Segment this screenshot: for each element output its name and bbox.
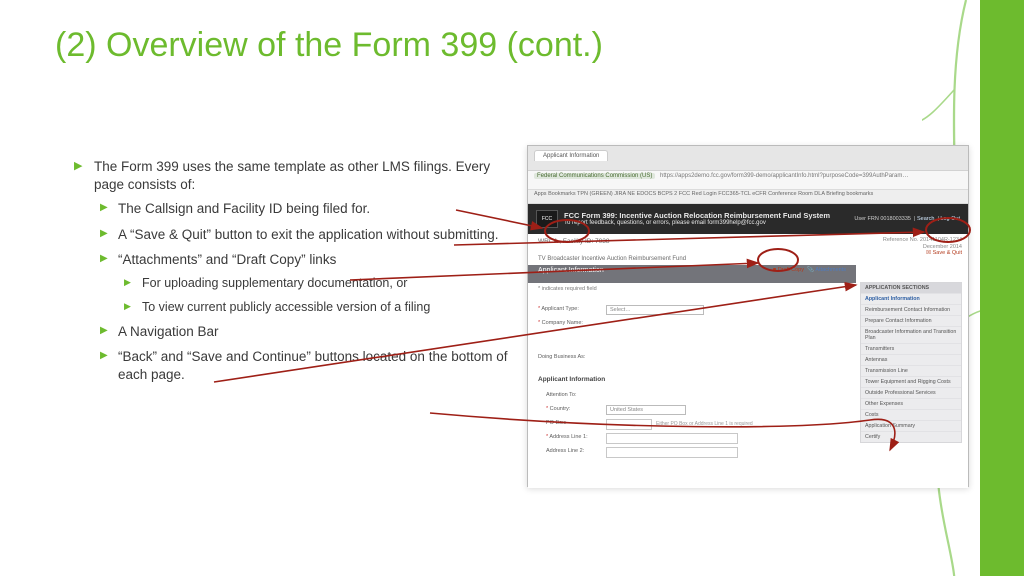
bullet-text: The Form 399 uses the same template as o… bbox=[94, 159, 490, 192]
fcc-logo: FCC bbox=[536, 210, 558, 228]
app-header: FCC FCC Form 399: Incentive Auction Relo… bbox=[528, 204, 968, 234]
nav-item[interactable]: Costs bbox=[861, 409, 961, 420]
browser-url-bar: Federal Communications Commission (US) h… bbox=[528, 171, 968, 190]
attachments-link[interactable]: 📎 Attachments bbox=[807, 267, 846, 273]
nav-item[interactable]: Application Summary bbox=[861, 420, 961, 431]
save-quit-button[interactable]: Save & Quit bbox=[933, 250, 962, 256]
callsign-facility-id: WRCA , Facility ID: 7038 bbox=[538, 238, 610, 245]
reference-number: Reference No. 20141104R-1234 bbox=[883, 237, 962, 244]
required-field-hint: * indicates required field bbox=[538, 286, 597, 292]
bullet-body: The Form 399 uses the same template as o… bbox=[70, 158, 520, 393]
attachments-label: Attachments bbox=[815, 267, 846, 273]
address2-label: Address Line 2: bbox=[546, 448, 584, 454]
nav-item[interactable]: Applicant Information bbox=[861, 293, 961, 304]
address2-input[interactable] bbox=[606, 447, 738, 458]
logout-link[interactable]: Log Out bbox=[940, 216, 960, 222]
bullet-intro: The Form 399 uses the same template as o… bbox=[70, 158, 520, 385]
dba-label: Doing Business As: bbox=[538, 354, 585, 360]
draft-copy-link[interactable]: ■ Draft Copy bbox=[773, 267, 804, 273]
top-right-meta: Reference No. 20141104R-1234 December 20… bbox=[883, 237, 962, 257]
address1-input[interactable] bbox=[606, 433, 738, 444]
form-page-subtitle: TV Broadcaster Incentive Auction Reimbur… bbox=[538, 256, 686, 262]
nav-item[interactable]: Antennas bbox=[861, 354, 961, 365]
accent-bar bbox=[980, 0, 1024, 576]
search-link[interactable]: Search bbox=[917, 216, 934, 222]
bullet-callsign: The Callsign and Facility ID being filed… bbox=[94, 200, 520, 218]
bullet-back-save: “Back” and “Save and Continue” buttons l… bbox=[94, 348, 520, 384]
bullet-nav-bar: A Navigation Bar bbox=[94, 323, 520, 341]
bullet-attachments-draft: “Attachments” and “Draft Copy” links For… bbox=[94, 251, 520, 316]
nav-item[interactable]: Transmitters bbox=[861, 343, 961, 354]
nav-item[interactable]: Broadcaster Information and Transition P… bbox=[861, 326, 961, 343]
nav-item[interactable]: Reimbursement Contact Information bbox=[861, 304, 961, 315]
site-identity-badge: Federal Communications Commission (US) bbox=[534, 173, 655, 179]
page-title: (2) Overview of the Form 399 (cont.) bbox=[55, 26, 603, 65]
nav-item[interactable]: Transmission Line bbox=[861, 365, 961, 376]
browser-chrome: Applicant Information bbox=[528, 146, 968, 171]
nav-item[interactable]: Other Expenses bbox=[861, 398, 961, 409]
address1-label: * Address Line 1: bbox=[546, 434, 588, 440]
draft-copy-label: Draft Copy bbox=[778, 267, 804, 273]
url-text: https://apps2demo.fcc.gov/form399-demo/a… bbox=[660, 173, 908, 179]
user-frn: User FRN 0018003335 bbox=[854, 216, 911, 222]
nav-item[interactable]: Outside Professional Services bbox=[861, 387, 961, 398]
bullet-text: “Attachments” and “Draft Copy” links bbox=[118, 252, 336, 267]
nav-item[interactable]: Prepare Contact Information bbox=[861, 315, 961, 326]
country-select[interactable]: United States bbox=[606, 405, 686, 415]
country-label: * Country: bbox=[546, 406, 570, 412]
section-heading-2: Applicant Information bbox=[538, 376, 605, 383]
browser-tab: Applicant Information bbox=[534, 150, 608, 161]
attention-to-label: Attention To: bbox=[546, 392, 576, 398]
nav-item[interactable]: Tower Equipment and Rigging Costs bbox=[861, 376, 961, 387]
applicant-type-select[interactable]: Select… bbox=[606, 305, 704, 315]
company-name-label: * Company Name: bbox=[538, 320, 583, 326]
app-title: FCC Form 399: Incentive Auction Relocati… bbox=[564, 211, 830, 220]
pobox-hint: Either PO Box or Address Line 1 is requi… bbox=[656, 421, 753, 427]
form-stage: WRCA , Facility ID: 7038 TV Broadcaster … bbox=[528, 234, 968, 488]
bookmarks-bar: Apps Bookmarks TPN (GREEN) JIRA NE EDOCS… bbox=[528, 190, 968, 204]
app-subtitle: To report feedback, questions, or errors… bbox=[564, 220, 830, 228]
pobox-input[interactable] bbox=[606, 419, 652, 430]
nav-header: APPLICATION SECTIONS bbox=[861, 283, 961, 293]
applicant-type-label: * Applicant Type: bbox=[538, 306, 579, 312]
bullet-upload-docs: For uploading supplementary documentatio… bbox=[118, 275, 520, 292]
bullet-view-filing: To view current publicly accessible vers… bbox=[118, 299, 520, 316]
nav-item[interactable]: Certify bbox=[861, 431, 961, 442]
form399-screenshot: Applicant Information Federal Communicat… bbox=[527, 145, 969, 487]
bullet-save-quit: A “Save & Quit” button to exit the appli… bbox=[94, 226, 520, 244]
pobox-label: PO Box: bbox=[546, 420, 566, 426]
navigation-sidebar: APPLICATION SECTIONS Applicant Informati… bbox=[860, 282, 962, 443]
